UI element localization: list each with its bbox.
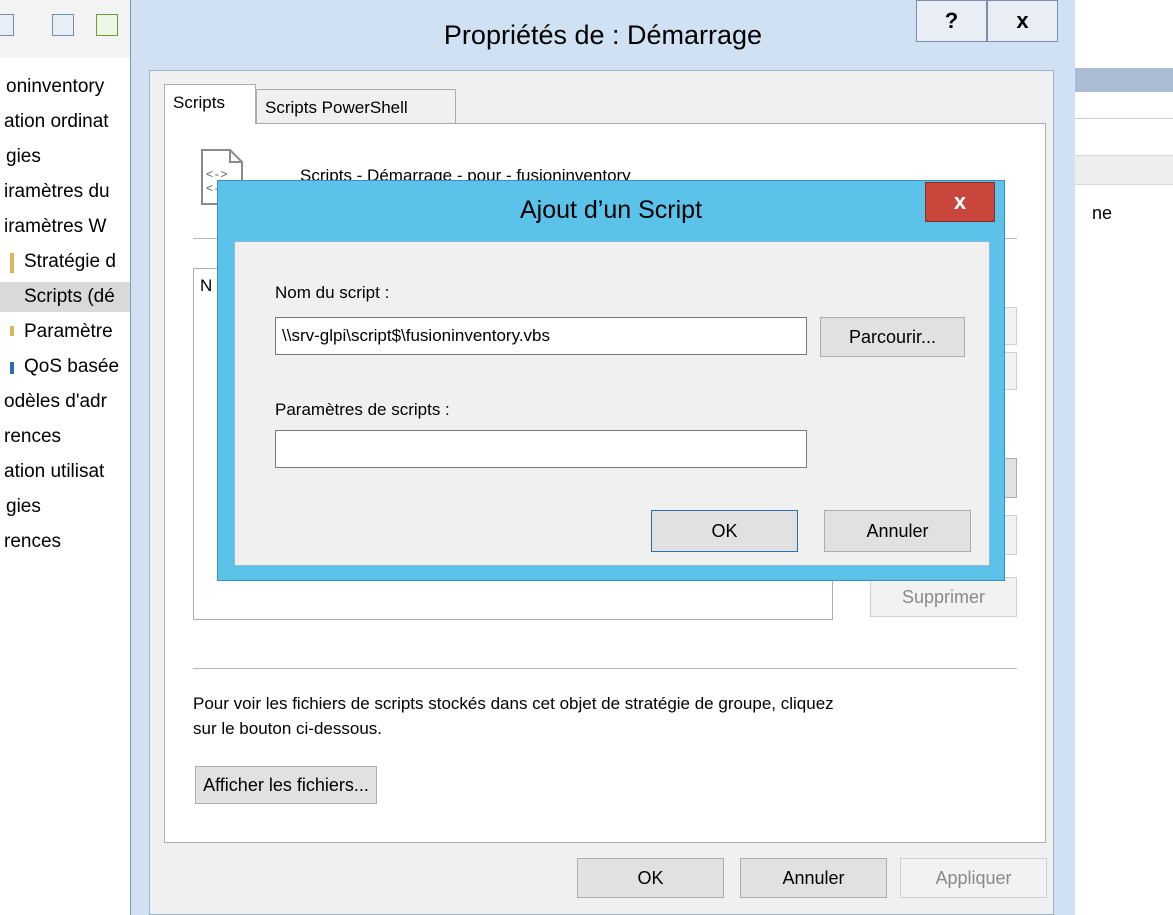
tree-item[interactable]: gies <box>6 142 41 172</box>
list-row <box>1075 155 1173 185</box>
script-name-label: Nom du script : <box>275 283 390 302</box>
list-column-header[interactable]: N <box>200 276 212 296</box>
ok-button[interactable]: OK <box>651 510 798 552</box>
tree-item[interactable]: Paramètre <box>24 317 113 347</box>
tab-scripts[interactable]: Scripts <box>164 84 256 124</box>
browse-button[interactable]: Parcourir... <box>820 317 965 357</box>
policy-folder-icon <box>10 253 14 273</box>
ok-button[interactable]: OK <box>577 858 724 898</box>
tree-item[interactable]: ation utilisat <box>4 457 104 487</box>
apply-button[interactable]: Appliquer <box>900 858 1047 898</box>
tree-item[interactable]: odèles d'adr <box>4 387 107 417</box>
qos-icon <box>10 362 14 374</box>
list-header <box>1075 68 1173 92</box>
divider <box>1075 118 1173 119</box>
tree-item[interactable]: rences <box>4 527 61 557</box>
cancel-button[interactable]: Annuler <box>740 858 887 898</box>
tree-item-selected[interactable]: Scripts (dé <box>0 282 150 312</box>
tree-item[interactable]: iramètres du <box>4 177 110 207</box>
settings-icon <box>10 326 14 336</box>
divider <box>193 668 1017 669</box>
tree-item[interactable]: iramètres W <box>4 212 106 242</box>
cancel-button[interactable]: Annuler <box>824 510 971 552</box>
export-icon[interactable] <box>96 14 118 36</box>
tree-item[interactable]: QoS basée <box>24 352 119 382</box>
info-text: Pour voir les fichiers de scripts stocké… <box>193 694 834 713</box>
info-text: sur le bouton ci-dessous. <box>193 719 382 738</box>
tree-item[interactable]: gies <box>6 492 41 522</box>
close-button[interactable]: x <box>987 0 1058 42</box>
add-script-dialog: Ajout d’un Script x Nom du script : \\sr… <box>217 180 1005 581</box>
dialog-title: Ajout d’un Script <box>519 196 703 224</box>
tree-item[interactable]: Stratégie d <box>24 247 116 277</box>
close-button[interactable]: x <box>925 182 995 222</box>
help-button[interactable]: ? <box>916 0 987 42</box>
script-params-input[interactable] <box>275 430 807 468</box>
tree-item[interactable]: rences <box>4 422 61 452</box>
delete-button[interactable]: Supprimer <box>870 577 1017 617</box>
script-name-input[interactable]: \\srv-glpi\script$\fusioninventory.vbs <box>275 317 807 355</box>
scripts-header-text: Scripts - Démarrage - pour - fusioninven… <box>300 166 631 180</box>
toolbar-icon[interactable] <box>0 14 14 36</box>
dialog-body: Nom du script : \\srv-glpi\script$\fusio… <box>234 241 990 566</box>
show-files-button[interactable]: Afficher les fichiers... <box>195 766 377 804</box>
background-text: ne <box>1092 203 1113 223</box>
tree-item[interactable]: ation ordinat <box>4 107 109 137</box>
tree-item[interactable]: oninventory <box>6 72 104 102</box>
background-toolbar <box>0 0 130 58</box>
properties-icon[interactable] <box>52 14 74 36</box>
tab-powershell-scripts[interactable]: Scripts PowerShell <box>256 89 456 124</box>
script-params-label: Paramètres de scripts : <box>275 400 450 419</box>
